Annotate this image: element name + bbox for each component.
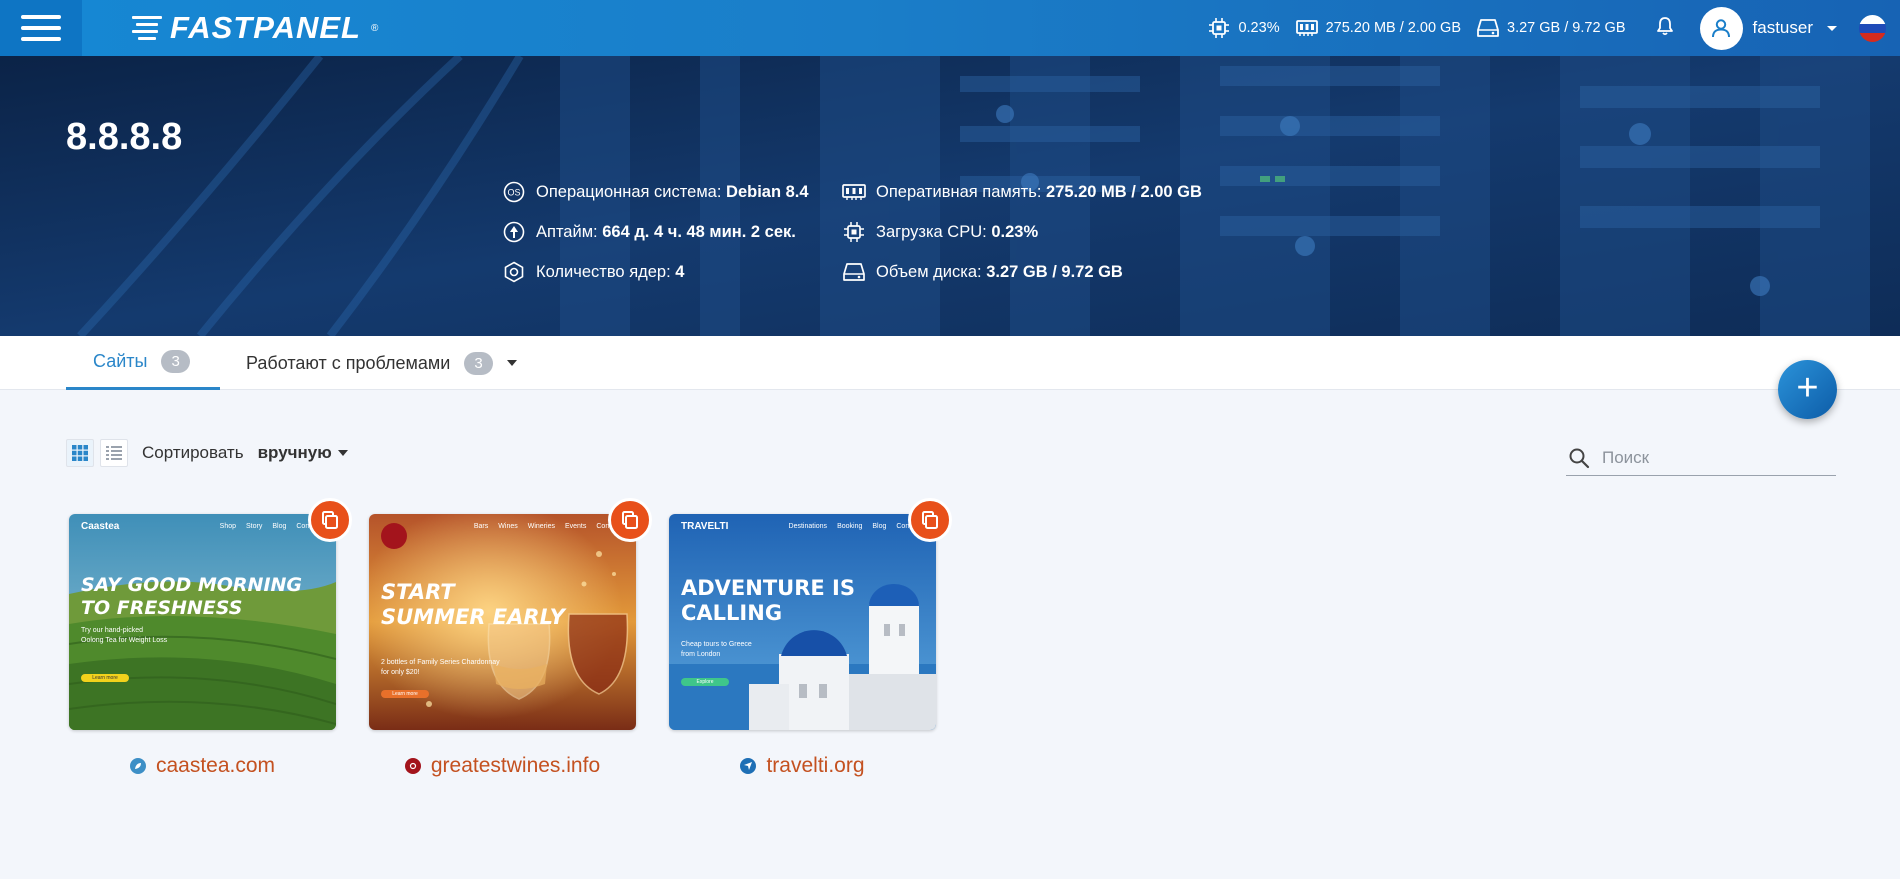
site-domain: greatestwines.info	[430, 754, 601, 777]
ram-icon	[1295, 20, 1318, 36]
cpu-info: Загрузка CPU: 0.23%	[842, 212, 1202, 252]
site-preview[interactable]: BarsWinesWineriesEventsContacts Startsum…	[369, 514, 636, 730]
copy-icon	[922, 511, 938, 529]
cpu-value: 0.23%	[1238, 20, 1280, 36]
copy-button[interactable]	[608, 498, 652, 542]
cores-icon	[502, 260, 526, 284]
site-preview[interactable]: Caastea ShopStoryBlogContacts Say good m…	[69, 514, 336, 730]
ram-icon	[842, 180, 866, 204]
preview-title: Say good morning to freshness	[81, 574, 303, 619]
site-card: TRAVELTI DestinationsBookingBlogContacts…	[669, 498, 952, 778]
logo-text: FASTPANEL	[170, 10, 361, 45]
cpu-icon	[1209, 18, 1230, 38]
language-flag-icon[interactable]	[1859, 14, 1886, 42]
cpu-icon	[842, 220, 866, 244]
registered-icon: ®	[371, 22, 379, 34]
bell-icon	[1656, 17, 1673, 36]
preview-title: Adventure is calling	[681, 576, 855, 626]
user-menu[interactable]: fastuser	[1699, 6, 1837, 50]
tab-problems[interactable]: Работают с проблемами 3	[246, 336, 517, 390]
server-info-left: OS Операционная система: Debian 8.4 Апта…	[502, 172, 809, 292]
menu-button[interactable]	[0, 0, 82, 56]
copy-icon	[322, 511, 338, 529]
user-icon	[1712, 19, 1731, 38]
list-icon	[106, 446, 122, 460]
site-favicon-icon	[740, 758, 757, 774]
search-icon	[1569, 448, 1590, 468]
cpu-stat: 0.23%	[1208, 17, 1280, 39]
ram-stat: 275.20 MB / 2.00 GB	[1295, 19, 1462, 37]
count-badge: 3	[464, 351, 493, 375]
chevron-down-icon	[1827, 25, 1837, 31]
wine-logo-icon	[381, 523, 407, 549]
search-field	[1566, 440, 1836, 476]
server-stats: 0.23% 275.20 MB / 2.00 GB 3.27 GB / 9.72…	[1208, 0, 1900, 56]
grid-view-button[interactable]	[66, 439, 94, 467]
list-toolbar: Сортировать вручную	[66, 439, 348, 467]
tab-label: Сайты	[93, 351, 148, 371]
preview-header: BarsWinesWineriesEventsContacts	[369, 514, 636, 549]
list-view-button[interactable]	[100, 439, 128, 467]
preview-header: Caastea ShopStoryBlogContacts	[81, 520, 324, 532]
top-bar: FASTPANEL ® 0.23% 275.20 MB / 2.00 GB 3.2…	[0, 0, 1900, 56]
ram-info: Оперативная память: 275.20 MB / 2.00 GB	[842, 172, 1202, 212]
tab-label: Работают с проблемами	[246, 352, 451, 373]
grid-icon	[72, 445, 88, 461]
tea-field-image	[69, 514, 336, 730]
add-site-button[interactable]: +	[1778, 360, 1837, 419]
preview-subtitle: Try our hand-picked Oolong Tea for Weight…	[81, 627, 168, 644]
hamburger-icon	[21, 15, 61, 19]
chevron-down-icon	[337, 450, 348, 456]
logo-icon	[132, 16, 162, 40]
site-domain: caastea.com	[155, 754, 276, 777]
disk-info: Объем диска: 3.27 GB / 9.72 GB	[842, 252, 1202, 292]
notifications-button[interactable]	[1656, 16, 1674, 40]
preview-button: Explore	[681, 678, 729, 686]
preview-header: TRAVELTI DestinationsBookingBlogContacts	[681, 520, 924, 532]
sort-value: вручную	[257, 443, 332, 462]
os-info: OS Операционная система: Debian 8.4	[502, 172, 809, 212]
site-link[interactable]: greatestwines.info	[369, 754, 636, 778]
chevron-down-icon	[506, 360, 517, 366]
sort-label: Сортировать	[142, 443, 244, 462]
search-input[interactable]	[1600, 446, 1820, 469]
site-link[interactable]: travelti.org	[669, 754, 936, 778]
server-ip: 8.8.8.8	[66, 116, 183, 158]
count-badge: 3	[161, 350, 190, 373]
site-preview[interactable]: TRAVELTI DestinationsBookingBlogContacts…	[669, 514, 936, 730]
uptime-info: Аптайм: 664 д. 4 ч. 48 мин. 2 сек.	[502, 212, 809, 252]
disk-icon	[1477, 19, 1499, 37]
server-info-right: Оперативная память: 275.20 MB / 2.00 GB …	[842, 172, 1202, 292]
svg-text:OS: OS	[507, 188, 520, 198]
tab-bar: Сайты 3 Работают с проблемами 3	[0, 336, 1900, 390]
logo[interactable]: FASTPANEL ®	[132, 10, 378, 46]
disk-icon	[842, 260, 866, 284]
preview-button: Learn more	[381, 690, 429, 698]
uptime-icon	[502, 220, 526, 244]
site-card: Caastea ShopStoryBlogContacts Say good m…	[69, 498, 352, 778]
preview-title: Start summer early	[381, 580, 565, 630]
username: fastuser	[1752, 18, 1813, 37]
site-favicon-icon	[129, 758, 146, 774]
site-card: BarsWinesWineriesEventsContacts Startsum…	[369, 498, 652, 778]
preview-subtitle: Cheap tours to Greece from London	[681, 641, 752, 658]
cores-info: Количество ядер: 4	[502, 252, 809, 292]
copy-button[interactable]	[308, 498, 352, 542]
tab-sites[interactable]: Сайты 3	[66, 336, 220, 390]
plus-icon: +	[1796, 367, 1819, 409]
site-favicon-icon	[404, 758, 421, 774]
copy-icon	[622, 511, 638, 529]
sort-dropdown[interactable]: вручную	[258, 443, 348, 463]
preview-button: Learn more	[81, 674, 129, 682]
disk-stat: 3.27 GB / 9.72 GB	[1477, 18, 1626, 38]
preview-subtitle: 2 bottles of Family Series Chardonnay for…	[381, 659, 500, 676]
site-domain: travelti.org	[766, 754, 865, 777]
copy-button[interactable]	[908, 498, 952, 542]
disk-value: 3.27 GB / 9.72 GB	[1507, 20, 1626, 36]
site-link[interactable]: caastea.com	[69, 754, 336, 778]
ram-value: 275.20 MB / 2.00 GB	[1325, 20, 1462, 36]
server-header: 8.8.8.8 OS Операционная система: Debian …	[0, 56, 1900, 336]
os-icon: OS	[502, 180, 526, 204]
avatar	[1699, 6, 1743, 50]
